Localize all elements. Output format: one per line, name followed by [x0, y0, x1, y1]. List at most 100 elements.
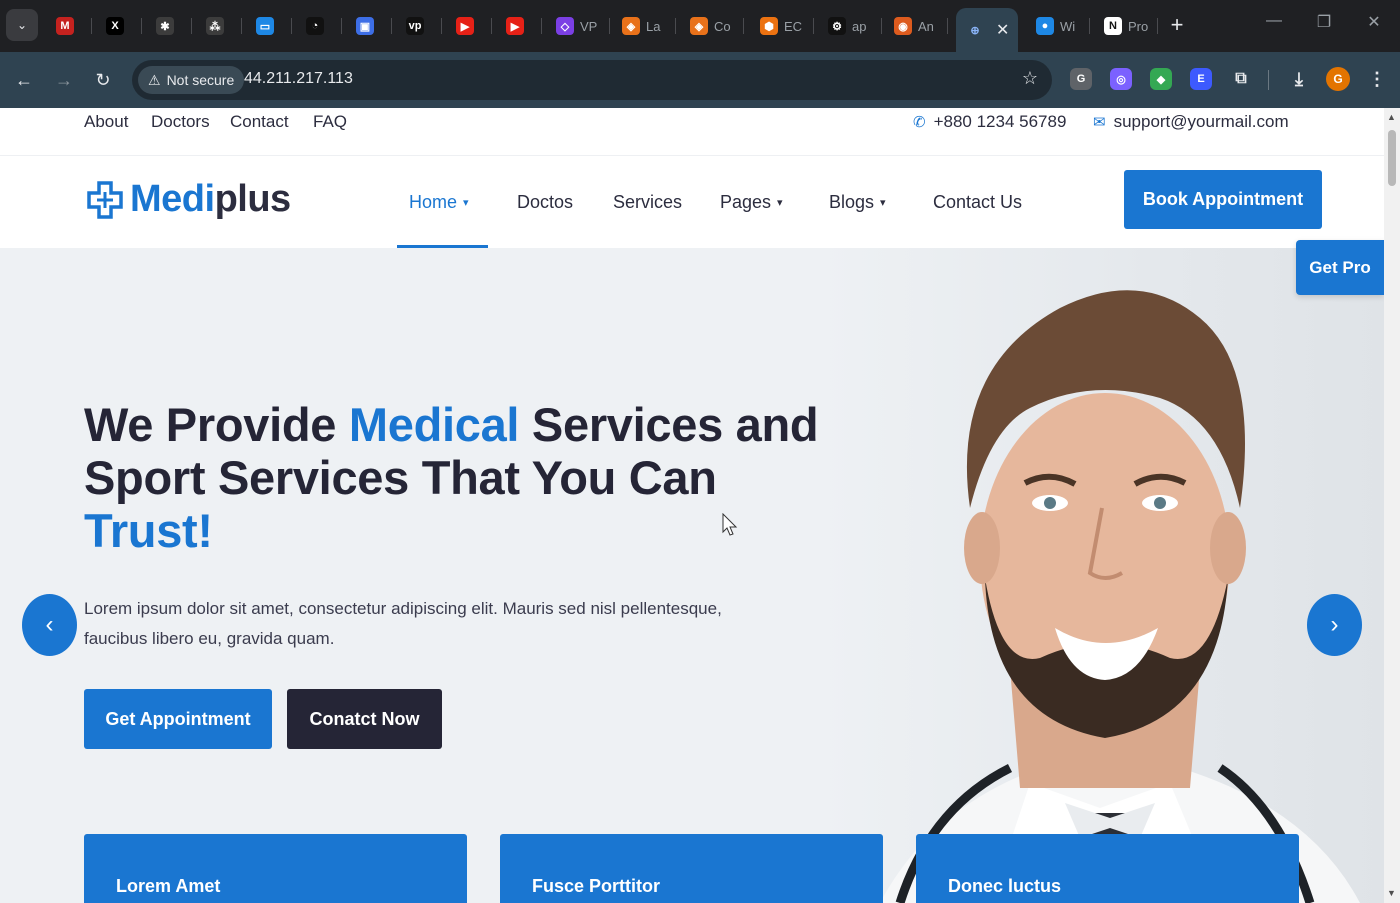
feature-title: Fusce Porttitor — [532, 876, 661, 896]
nav-blogs[interactable]: Blogs ▾ — [829, 192, 886, 213]
profile-avatar[interactable]: G — [1326, 67, 1350, 91]
email-contact[interactable]: ✉ support@yourmail.com — [1093, 112, 1289, 132]
nav-pages[interactable]: Pages ▾ — [720, 192, 783, 213]
notion-icon: N — [1104, 17, 1122, 35]
page-scrollbar[interactable]: ▲ ▼ — [1384, 108, 1400, 903]
youtube-icon: ▶ — [506, 17, 524, 35]
chevron-right-icon: › — [1330, 611, 1339, 638]
feature-card[interactable]: Fusce Porttitor — [500, 834, 883, 903]
vp-icon: vp — [406, 17, 424, 35]
feature-title: Donec luctus — [948, 876, 1062, 896]
browser-tab[interactable]: X — [96, 8, 142, 44]
browser-tab[interactable]: ▣ — [346, 8, 392, 44]
browser-tab[interactable]: ✱ — [146, 8, 192, 44]
laravel-icon: ◈ — [622, 17, 640, 35]
chatgpt-icon: ✱ — [156, 17, 174, 35]
x-icon: X — [106, 17, 124, 35]
browser-tab[interactable]: ⁂ — [196, 8, 242, 44]
elementor-extension-icon[interactable]: E — [1190, 68, 1212, 90]
toplink-about[interactable]: About — [84, 112, 128, 132]
browser-tab[interactable]: ● Wi — [1026, 8, 1090, 44]
hero-title: We Provide Medical Services and Sport Se… — [84, 398, 819, 557]
scroll-down-icon[interactable]: ▼ — [1387, 888, 1396, 898]
contact-now-button[interactable]: Conatct Now — [287, 689, 442, 749]
puzzle-extensions-icon[interactable]: ⧉ — [1230, 68, 1252, 90]
slider-prev-button[interactable]: ‹ — [22, 594, 77, 656]
feature-title: Lorem Amet — [116, 876, 221, 896]
nav-services[interactable]: Services — [613, 192, 682, 213]
chevron-down-icon: ⌄ — [16, 18, 28, 32]
download-icon[interactable]: ⤓ — [1288, 68, 1310, 90]
aws-ec2-icon: ⬢ — [760, 17, 778, 35]
nav-contact-us[interactable]: Contact Us — [933, 192, 1022, 213]
site-logo[interactable]: Mediplus — [86, 178, 291, 221]
browser-tab[interactable]: ▶ — [496, 8, 542, 44]
laptop-icon: ▭ — [256, 17, 274, 35]
restore-button[interactable]: ❐ — [1304, 12, 1344, 32]
tab-title: An — [918, 18, 934, 34]
app-icon: ▣ — [356, 17, 374, 35]
browser-tab[interactable]: ⬢ EC — [750, 8, 814, 44]
nav-contact-us-label: Contact Us — [933, 192, 1023, 212]
back-button[interactable]: ← — [10, 66, 38, 94]
url-text[interactable]: 44.211.217.113 — [244, 70, 353, 88]
tab-title: Pro — [1128, 18, 1149, 34]
browser-tab[interactable]: ◈ Co — [680, 8, 744, 44]
browser-tab[interactable]: ◔ — [296, 8, 342, 44]
security-indicator[interactable]: ⚠ Not secure — [138, 66, 245, 94]
browser-tab[interactable]: vp — [396, 8, 442, 44]
gmail-icon: M — [56, 17, 74, 35]
get-appointment-button[interactable]: Get Appointment — [84, 689, 272, 749]
browser-tab-active[interactable]: ⊕ ✕ — [956, 8, 1018, 52]
close-window-button[interactable]: ✕ — [1354, 12, 1394, 32]
get-pro-button[interactable]: Get Pro — [1296, 240, 1384, 295]
bookmark-star-icon[interactable]: ☆ — [1022, 68, 1038, 89]
chevron-down-icon: ▾ — [777, 197, 783, 209]
android-extension-icon[interactable]: ◆ — [1150, 68, 1172, 90]
nav-home[interactable]: Home ▾ — [409, 192, 469, 213]
slider-next-button[interactable]: › — [1307, 594, 1362, 656]
browser-tab[interactable]: ◉ An — [884, 8, 948, 44]
phone-contact[interactable]: ✆ +880 1234 56789 — [913, 112, 1066, 132]
grammarly-extension-icon[interactable]: G — [1070, 68, 1092, 90]
envelope-icon: ✉ — [1093, 114, 1106, 131]
browser-tab[interactable]: ◈ La — [612, 8, 676, 44]
tab-search-button[interactable]: ⌄ — [6, 9, 38, 41]
browser-tab[interactable]: M — [46, 8, 92, 44]
scrollbar-thumb[interactable] — [1388, 130, 1396, 186]
new-tab-button[interactable]: + — [1164, 12, 1190, 38]
nav-doctos-label: Doctos — [517, 192, 574, 212]
extension-icon[interactable]: ◎ — [1110, 68, 1132, 90]
browser-tab[interactable]: ⚙ ap — [818, 8, 882, 44]
doctor-photo — [880, 290, 1360, 903]
page-viewport: About Doctors Contact FAQ ✆ +880 1234 56… — [0, 108, 1384, 903]
menu-kebab-icon[interactable]: ⋮ — [1366, 68, 1388, 90]
mouse-cursor-icon — [722, 513, 738, 536]
scroll-up-icon[interactable]: ▲ — [1387, 112, 1396, 122]
youtube-icon: ▶ — [456, 17, 474, 35]
close-tab-icon[interactable]: ✕ — [996, 20, 1009, 40]
tab-strip: ⌄ M X ✱ ⁂ ▭ ◔ ▣ vp ▶ ▶ ◇ VP ◈ La ◈ Co ⬢ EC ⚙ ap ◉ An ⊕ ✕ ● Wi N Pro… — [0, 0, 1400, 52]
chevron-left-icon: ‹ — [45, 611, 54, 638]
address-bar[interactable]: ⚠ Not secure 44.211.217.113 ☆ — [132, 60, 1052, 100]
browser-tab[interactable]: ▭ — [246, 8, 292, 44]
laravel-icon: ◈ — [690, 17, 708, 35]
browser-tab[interactable]: N Pro — [1094, 8, 1158, 44]
toplink-doctors[interactable]: Doctors — [151, 112, 210, 132]
tab-title: ap — [852, 18, 867, 34]
tab-title: La — [646, 18, 661, 34]
toplink-faq[interactable]: FAQ — [313, 112, 347, 132]
nav-doctos[interactable]: Doctos — [517, 192, 573, 213]
forward-button[interactable]: → — [50, 66, 78, 94]
minimize-button[interactable]: — — [1254, 12, 1294, 30]
warning-icon: ⚠ — [148, 71, 161, 88]
browser-tab[interactable]: ▶ — [446, 8, 492, 44]
feature-card[interactable]: Donec luctus — [916, 834, 1299, 903]
browser-tab[interactable]: ◇ VP — [546, 8, 610, 44]
reload-button[interactable]: ↻ — [89, 66, 117, 94]
world-icon: ● — [1036, 17, 1054, 35]
feature-card[interactable]: Lorem Amet — [84, 834, 467, 903]
toolbar-divider — [1268, 70, 1269, 90]
book-appointment-button[interactable]: Book Appointment — [1124, 170, 1322, 229]
toplink-contact[interactable]: Contact — [230, 112, 289, 132]
